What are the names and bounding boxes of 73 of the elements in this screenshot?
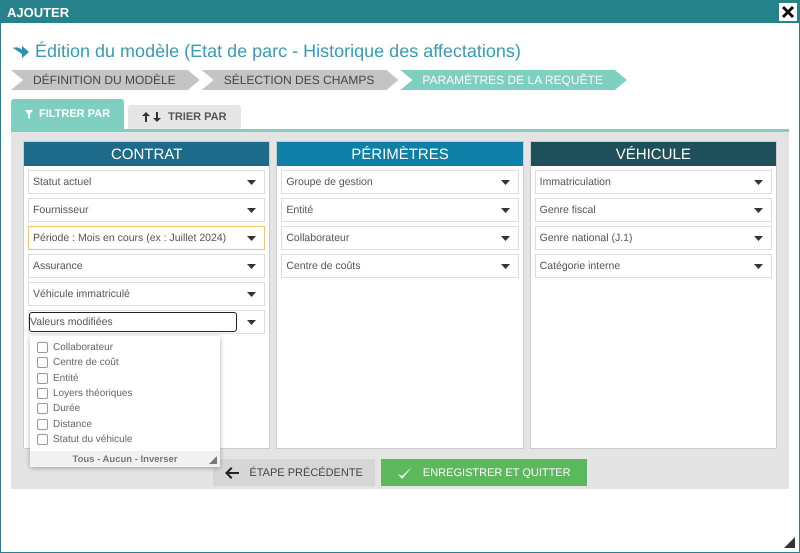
checkbox[interactable] <box>37 372 48 384</box>
dropdown-field[interactable]: Véhicule immatriculé <box>28 282 266 306</box>
checkbox[interactable] <box>37 403 48 414</box>
dropdown-field[interactable]: Genre fiscal <box>534 198 772 222</box>
checkbox[interactable] <box>37 434 48 445</box>
option-label[interactable]: Durée <box>53 403 80 414</box>
caret-icon <box>500 264 510 268</box>
dropdown-label: Statut actuel <box>33 176 92 188</box>
filter-icon <box>25 110 33 118</box>
dropdown-label: Immatriculation <box>540 176 611 188</box>
caret-icon <box>500 208 510 212</box>
dropdown-field[interactable]: Assurance <box>28 254 266 278</box>
column-header: PÉRIMÈTRES <box>277 142 523 166</box>
sort-arrows-icon <box>142 112 162 122</box>
dropdown-field[interactable]: Centre de coûts <box>281 254 519 278</box>
dropdown-label: Centre de coûts <box>286 260 360 272</box>
dropdown-field[interactable]: Collaborateur <box>281 226 519 250</box>
caret-icon <box>754 264 763 268</box>
arrow-icon <box>13 44 29 58</box>
caret-icon <box>500 236 510 240</box>
dropdown-label: Entité <box>286 204 314 216</box>
back-button[interactable]: ÉTAPE PRÉCÉDENTE <box>213 459 375 486</box>
back-arrow-icon <box>225 466 240 478</box>
dropdown-label: Genre national (J.1) <box>540 232 632 244</box>
option-label[interactable]: Statut du véhicule <box>53 434 132 445</box>
dropdown-field[interactable]: Valeurs modifiées <box>28 310 266 334</box>
option-label[interactable]: Entité <box>53 372 79 384</box>
caret-icon <box>754 236 763 240</box>
dropdown-label: Genre fiscal <box>540 204 596 216</box>
dropdown-label: Catégorie interne <box>540 260 620 272</box>
dropdown-field[interactable]: Immatriculation <box>534 170 772 194</box>
dropdown-field[interactable]: Genre national (J.1) <box>534 226 772 250</box>
checkbox[interactable] <box>37 388 48 400</box>
dropdown-label: Valeurs modifiées <box>30 316 113 328</box>
caret-icon <box>247 264 256 268</box>
page-heading: Édition du modèle (Etat de parc - Historique des affectations) <box>35 41 521 62</box>
checkbox[interactable] <box>37 418 48 430</box>
dropdown-field[interactable]: Fournisseur <box>28 198 266 222</box>
resize-grip-icon[interactable] <box>209 456 217 464</box>
checkbox[interactable] <box>37 357 48 368</box>
dropdown-field[interactable]: Catégorie interne <box>534 254 772 278</box>
dropdown-label: Collaborateur <box>286 232 350 244</box>
caret-icon <box>247 208 256 212</box>
resize-grip-icon[interactable] <box>784 537 795 548</box>
dropdown-label: Groupe de gestion <box>286 176 373 188</box>
checkbox[interactable] <box>37 342 48 354</box>
caret-icon <box>754 180 763 184</box>
dropdown-label: Assurance <box>33 260 83 272</box>
dropdown-label: Fournisseur <box>33 204 88 216</box>
caret-icon <box>247 180 256 184</box>
wizard-step[interactable]: SÉLECTION DES CHAMPS <box>202 70 398 90</box>
caret-icon <box>247 292 256 296</box>
close-button[interactable] <box>779 3 797 21</box>
option-label[interactable]: Distance <box>53 418 92 430</box>
dropdown-field[interactable]: Statut actuel <box>28 170 266 194</box>
option-label[interactable]: Centre de coût <box>53 357 119 368</box>
caret-icon <box>247 320 256 324</box>
caret-icon <box>754 208 763 212</box>
caret-icon <box>500 180 510 184</box>
dropdown-label: Véhicule immatriculé <box>33 288 130 300</box>
dropdown-field[interactable]: Entité <box>281 198 519 222</box>
checkmark-icon <box>396 466 413 480</box>
dropdown-field[interactable]: Groupe de gestion <box>281 170 519 194</box>
dropdown-label: Période : Mois en cours (ex : Juillet 2024) <box>33 232 226 244</box>
dropdown-field[interactable]: Période : Mois en cours (ex : Juillet 2024) <box>28 226 266 250</box>
option-label[interactable]: Loyers théoriques <box>53 388 132 400</box>
wizard-step[interactable]: DÉFINITION DU MODÈLE <box>11 70 200 90</box>
column-header: CONTRAT <box>24 142 270 166</box>
caret-icon <box>247 236 256 240</box>
column-header: VÉHICULE <box>530 142 776 166</box>
tab[interactable]: TRIER PAR <box>128 105 241 129</box>
window-title: AJOUTER <box>7 4 70 20</box>
option-label[interactable]: Collaborateur <box>53 342 114 354</box>
